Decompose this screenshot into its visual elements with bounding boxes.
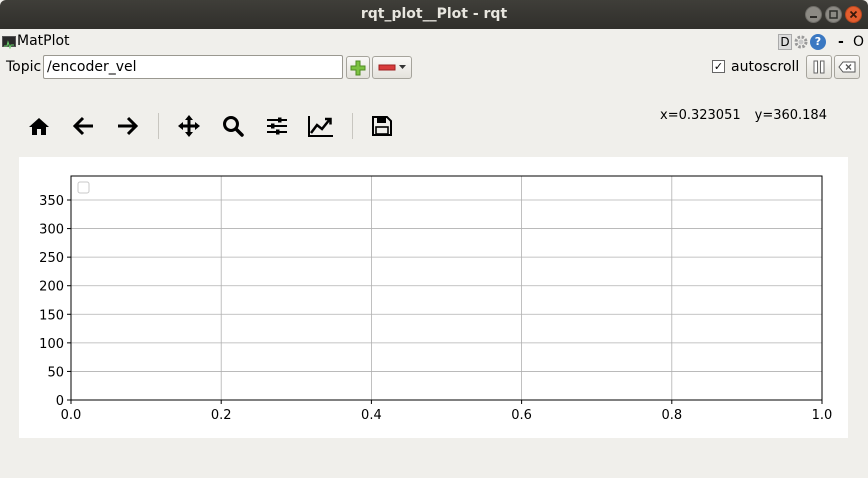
help-d-button[interactable]: D (778, 34, 792, 50)
y-tick-label: 300 (39, 223, 64, 238)
add-topic-button[interactable] (346, 56, 370, 79)
window-title: rqt_plot__Plot - rqt (360, 6, 508, 22)
home-icon (29, 118, 49, 135)
x-tick-label: 0.8 (661, 408, 682, 423)
plot-toolbar (24, 110, 404, 144)
window-titlebar: rqt_plot__Plot - rqt (0, 0, 868, 29)
help-button[interactable]: ? (810, 34, 826, 50)
y-tick-label: 50 (47, 365, 64, 380)
cursor-x: x=0.323051 (660, 108, 741, 123)
edit-curves-icon (308, 116, 333, 137)
x-tick-label: 0.4 (361, 408, 382, 423)
subplots-config-icon (267, 117, 287, 135)
plot-figure[interactable]: 0.0 0.2 0.4 0.6 0.8 1.0 0 50 100 150 200 250 300 350 (19, 157, 848, 438)
cursor-coordinates: x=0.323051 y=360.184 (660, 108, 827, 123)
close-button[interactable] (845, 6, 862, 23)
save-icon (372, 116, 392, 136)
y-tick-label: 100 (39, 337, 64, 352)
gear-icon[interactable] (793, 34, 809, 50)
x-tick-label: 0.2 (211, 408, 232, 423)
y-tick-label: 200 (39, 280, 64, 295)
maximize-button[interactable] (825, 6, 842, 23)
autoscroll-label: autoscroll (731, 59, 800, 75)
pause-button[interactable] (806, 55, 832, 79)
close-plugin-button[interactable]: O (853, 34, 864, 50)
plus-icon (350, 60, 366, 75)
home-button[interactable] (24, 110, 54, 142)
y-tick-label: 0 (56, 394, 64, 409)
cursor-y: y=360.184 (754, 108, 827, 123)
remove-topic-button[interactable] (372, 56, 412, 79)
y-tick-label: 150 (39, 308, 64, 323)
configure-subplots-button[interactable] (262, 110, 292, 142)
clear-icon (838, 61, 856, 73)
zoom-icon (223, 116, 244, 137)
chevron-down-icon (399, 65, 406, 69)
toolbar-separator (158, 113, 159, 139)
minimize-button[interactable] (805, 6, 822, 23)
minus-icon (378, 64, 396, 70)
x-tick-label: 1.0 (812, 408, 833, 423)
clear-button[interactable] (834, 55, 860, 79)
legend-box (77, 181, 90, 194)
maximize-icon (829, 10, 838, 19)
back-arrow-icon (73, 116, 93, 136)
plugin-title: MatPlot (17, 33, 70, 49)
zoom-button[interactable] (218, 110, 248, 142)
x-tick-label: 0.0 (61, 408, 82, 423)
minimize-icon (810, 16, 817, 18)
back-button[interactable] (69, 110, 99, 142)
topic-label: Topic (6, 59, 42, 75)
close-icon (849, 10, 858, 19)
pan-icon (178, 115, 200, 137)
save-button[interactable] (367, 110, 397, 142)
matplot-icon (2, 36, 16, 50)
forward-button[interactable] (112, 110, 142, 142)
y-tick-label: 250 (39, 251, 64, 266)
x-tick-label: 0.6 (511, 408, 532, 423)
topic-input[interactable] (43, 55, 343, 79)
autoscroll-checkbox[interactable]: ✓ (712, 60, 725, 73)
axes-frame (70, 175, 823, 401)
minimize-plugin-button[interactable]: - (838, 34, 844, 50)
forward-arrow-icon (118, 116, 138, 136)
edit-curves-button[interactable] (306, 110, 336, 142)
plugin-header: MatPlot D ? - O (0, 31, 868, 53)
plot-canvas[interactable]: 0.0 0.2 0.4 0.6 0.8 1.0 0 50 100 150 200 250 300 350 (19, 157, 848, 438)
pan-button[interactable] (174, 110, 204, 142)
toolbar-separator (352, 113, 353, 139)
y-tick-label: 350 (39, 194, 64, 209)
topic-row: Topic ✓ autoscroll (0, 55, 868, 81)
pause-icon (813, 60, 825, 74)
